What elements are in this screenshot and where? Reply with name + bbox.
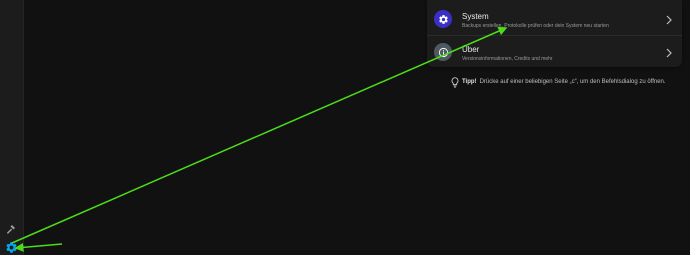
gear-icon[interactable] xyxy=(3,239,19,255)
tip-text: Drücke auf einer beliebigen Seite „c“, u… xyxy=(479,79,666,85)
chevron-right-icon xyxy=(666,48,672,58)
tip-label: Tipp! xyxy=(462,79,477,85)
gear-icon xyxy=(434,10,452,28)
lightbulb-icon xyxy=(451,76,459,88)
menu-item-system[interactable]: System Backups erstellen, Protokolle prü… xyxy=(427,4,682,37)
chevron-right-icon xyxy=(666,15,672,25)
info-icon xyxy=(434,43,452,61)
screen: System Backups erstellen, Protokolle prü… xyxy=(0,0,690,255)
menu-item-subtitle: Versionsinformationen, Credits und mehr xyxy=(462,56,553,62)
sidebar xyxy=(0,0,24,255)
divider xyxy=(427,35,682,36)
menu-item-subtitle: Backups erstellen, Protokolle prüfen ode… xyxy=(462,23,609,29)
menu-item-title: Über xyxy=(462,45,480,54)
menu-item-about[interactable]: Über Versionsinformationen, Credits und … xyxy=(427,37,682,70)
hammer-icon[interactable] xyxy=(3,221,19,237)
menu-item-title: System xyxy=(462,12,489,21)
tip: Tipp! Drücke auf einer beliebigen Seite … xyxy=(451,76,666,88)
settings-menu: System Backups erstellen, Protokolle prü… xyxy=(427,0,682,67)
